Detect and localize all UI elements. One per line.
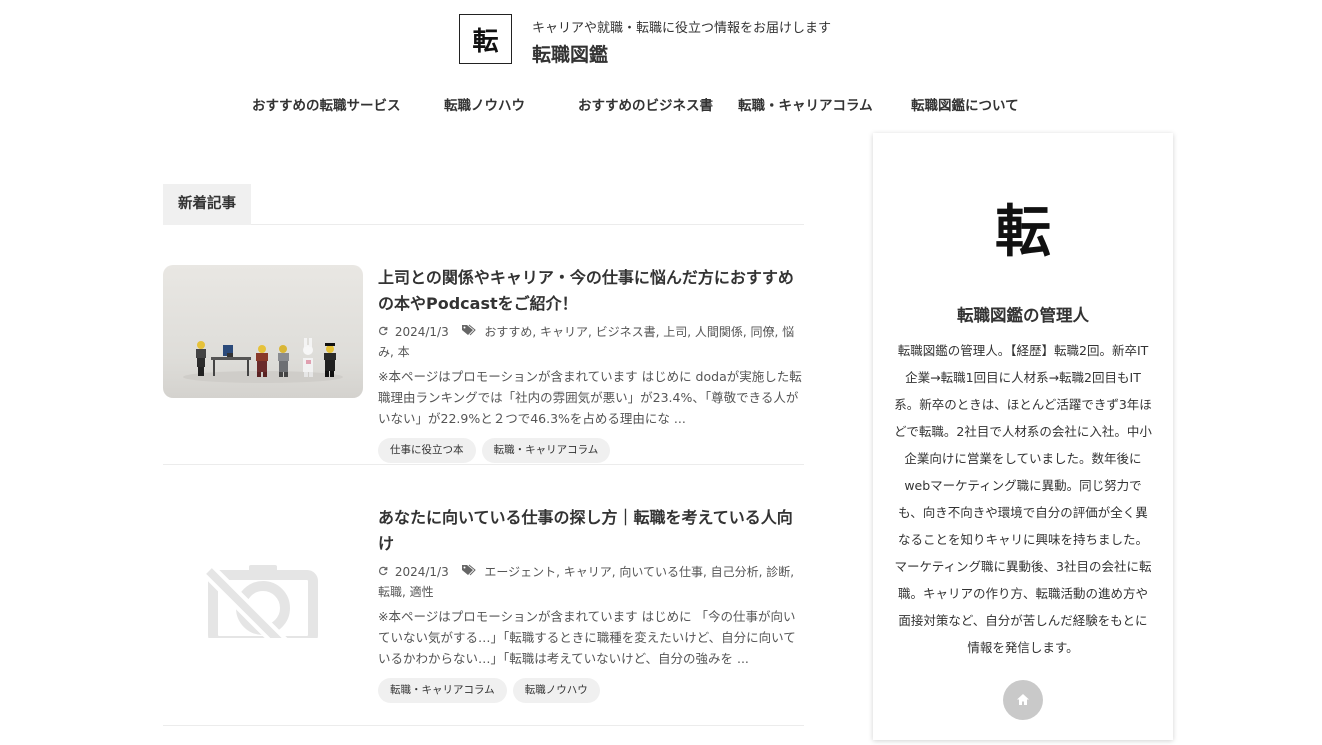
refresh-icon	[378, 325, 392, 339]
category-badge[interactable]: 転職ノウハウ	[512, 678, 600, 703]
tag-icon	[457, 324, 480, 339]
minifigure-office-image	[163, 265, 363, 398]
article-excerpt: ※本ページはプロモーションが含まれています はじめに 「今の仕事が向いていない気…	[378, 609, 796, 666]
article-excerpt: ※本ページはプロモーションが含まれています はじめに dodaが実施した転職理由…	[378, 369, 802, 426]
section-header: 新着記事	[163, 184, 804, 225]
category-badge[interactable]: 仕事に役立つ本	[378, 438, 476, 463]
profile-widget: 転 転職図鑑の管理人 転職図鑑の管理人。【経歴】転職2回。新卒IT企業→転職1回…	[873, 133, 1173, 740]
article-card[interactable]: 上司との関係やキャリア・今の仕事に悩んだ方におすすめの本やPodcastをご紹介…	[163, 225, 804, 465]
tag-icon	[457, 564, 480, 579]
article-title[interactable]: あなたに向いている仕事の探し方｜転職を考えている人向け	[378, 505, 804, 557]
category-badge[interactable]: 転職・キャリアコラム	[378, 678, 507, 703]
article-card[interactable]: あなたに向いている仕事の探し方｜転職を考えている人向け 2024/1/3 エージ…	[163, 465, 804, 726]
home-button[interactable]	[1003, 680, 1043, 720]
article-date: 2024/1/3	[394, 565, 449, 579]
category-badge[interactable]: 転職・キャリアコラム	[481, 438, 611, 463]
site-logo[interactable]: 転	[459, 14, 512, 64]
profile-name: 転職図鑑の管理人	[957, 306, 1089, 325]
article-title[interactable]: 上司との関係やキャリア・今の仕事に悩んだ方におすすめの本やPodcastをご紹介…	[378, 265, 804, 317]
nav-item-business-books[interactable]: おすすめのビジネス書	[578, 94, 713, 114]
site-header: 転 キャリアや就職・転職に役立つ情報をお届けします 転職図鑑	[459, 14, 879, 66]
global-nav: おすすめの転職サービス 転職ノウハウ おすすめのビジネス書 転職・キャリアコラム…	[0, 94, 1322, 114]
site-name[interactable]: 転職図鑑	[532, 40, 608, 67]
article-date: 2024/1/3	[394, 325, 449, 339]
nav-item-about[interactable]: 転職図鑑について	[911, 94, 1019, 114]
article-categories: 仕事に役立つ本 転職・キャリアコラム	[378, 438, 804, 463]
refresh-icon	[378, 565, 392, 579]
section-title: 新着記事	[163, 184, 251, 225]
main-content: 新着記事 上司との関係やキャリア・今の仕事に悩んだ方におすすめの本やPodcas…	[163, 184, 804, 726]
article-thumbnail[interactable]	[163, 265, 363, 398]
nav-item-career-column[interactable]: 転職・キャリアコラム	[738, 94, 873, 114]
article-meta: 2024/1/3 おすすめ, キャリア, ビジネス書, 上司, 人間関係, 同僚…	[378, 322, 804, 362]
article-meta: 2024/1/3 エージェント, キャリア, 向いている仕事, 自己分析, 診断…	[378, 562, 804, 602]
nav-item-recommended-services[interactable]: おすすめの転職サービス	[252, 94, 401, 114]
article-categories: 転職・キャリアコラム 転職ノウハウ	[378, 678, 804, 703]
home-icon	[1016, 691, 1030, 710]
article-thumbnail[interactable]	[163, 505, 363, 638]
nav-item-job-change-knowhow[interactable]: 転職ノウハウ	[444, 94, 525, 114]
no-image-icon	[201, 563, 318, 638]
profile-description: 転職図鑑の管理人。【経歴】転職2回。新卒IT企業→転職1回目に人材系→転職2回目…	[894, 343, 1152, 655]
profile-avatar: 転	[995, 200, 1051, 265]
site-tagline: キャリアや就職・転職に役立つ情報をお届けします	[532, 21, 832, 36]
